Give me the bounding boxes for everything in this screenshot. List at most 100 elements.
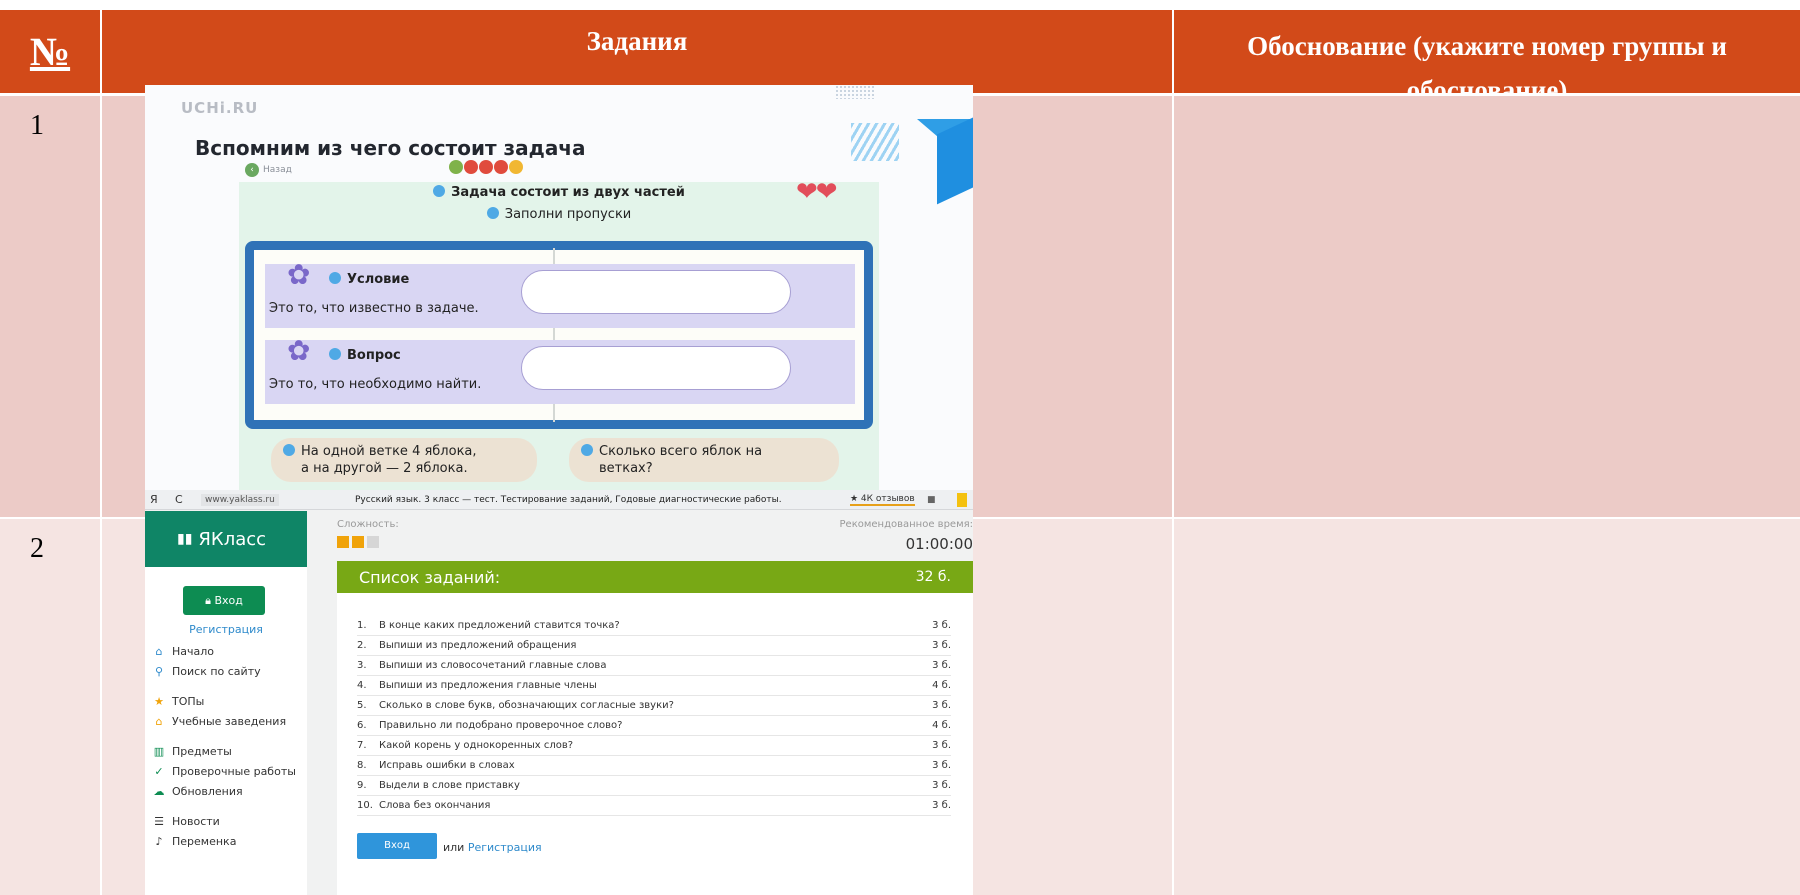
sidebar-item-subjects[interactable]: ▥ Предметы [152, 745, 232, 758]
part-desc: Это то, что необходимо найти. [269, 377, 482, 392]
back-arrow-icon: ‹ [245, 163, 259, 177]
task-list-item[interactable]: 7. Какой корень у однокоренных слов? 3 б. [357, 736, 951, 756]
yaklass-screenshot: Я C www.yaklass.ru Русский язык. 3 класс… [145, 490, 973, 895]
task-title: Сколько в слове букв, обозначающих согла… [379, 700, 674, 711]
task-list-item[interactable]: 9. Выдели в слове приставку 3 б. [357, 776, 951, 796]
speaker-icon[interactable] [283, 444, 295, 456]
or-register: или Регистрация [443, 841, 542, 854]
part-question: ✿ Вопрос Это то, что необходимо найти. [265, 334, 855, 404]
row-1-justification-cell[interactable] [1174, 96, 1800, 517]
login-button[interactable]: 🔒︎ Вход [183, 586, 265, 615]
book-icon: ▮▮ [177, 531, 193, 547]
reload-icon[interactable]: C [175, 493, 183, 506]
task-points: 3 б. [932, 760, 951, 771]
url-field[interactable]: www.yaklass.ru [201, 493, 279, 506]
register-link[interactable]: Регистрация [145, 623, 307, 636]
total-points: 32 б. [915, 569, 951, 585]
back-button[interactable]: ‹ Назад [245, 163, 292, 177]
part-name: Условие [329, 272, 409, 287]
task-number: 4. [357, 680, 367, 691]
task-list-item[interactable]: 3. Выпиши из словосочетаний главные слова… [357, 656, 951, 676]
time-value: 01:00:00 [905, 535, 973, 553]
task-list-item[interactable]: 6. Правильно ли подобрано проверочное сло… [357, 716, 951, 736]
task-list-item[interactable]: 4. Выпиши из предложения главные члены 4 б… [357, 676, 951, 696]
task-title: Выпиши из предложений обращения [379, 640, 577, 651]
sidebar-item-schools[interactable]: ⌂ Учебные заведения [152, 715, 287, 728]
speaker-icon[interactable] [581, 444, 593, 456]
stripes-decoration [851, 123, 899, 161]
task-number: 6. [357, 720, 367, 731]
task-points: 3 б. [932, 700, 951, 711]
task-title: Слова без окончания [379, 800, 491, 811]
back-label: Назад [263, 165, 292, 175]
speaker-icon[interactable] [486, 207, 499, 219]
task-title: Исправь ошибки в словах [379, 760, 515, 771]
speaker-icon[interactable] [329, 272, 341, 284]
card-line: На одной ветке 4 яблока, [283, 443, 527, 460]
bell-icon: ♪ [155, 835, 163, 848]
task-title: Выпиши из словосочетаний главные слова [379, 660, 607, 671]
task-list-item[interactable]: 2. Выпиши из предложений обращения 3 б. [357, 636, 951, 656]
header-num: № [0, 10, 100, 93]
sidebar-item-news[interactable]: ☰ Новости [152, 815, 220, 828]
sidebar-item-updates[interactable]: ☁ Обновления [152, 785, 243, 798]
task-list-item[interactable]: 5. Сколько в слове букв, обозначающих сог… [357, 696, 951, 716]
browser-bar: Я C www.yaklass.ru Русский язык. 3 класс… [145, 490, 973, 510]
task-list-item[interactable]: 1. В конце каких предложений ставится точ… [357, 616, 951, 636]
card-line: ветках? [599, 461, 653, 476]
difficulty-square [337, 536, 349, 548]
row-number: 1 [30, 110, 44, 141]
search-icon: ⚲ [154, 665, 164, 678]
task-number: 9. [357, 780, 367, 791]
sidebar-item-home[interactable]: ⌂ Начало [152, 645, 215, 658]
login-button-bottom[interactable]: Вход [357, 833, 437, 859]
speaker-icon[interactable] [329, 348, 341, 360]
cloud-icon: ☁ [153, 785, 165, 798]
home-icon: ⌂ [155, 645, 163, 658]
draggable-card-condition[interactable]: На одной ветке 4 яблока, а на другой — 2… [271, 438, 537, 482]
browser-yandex-button[interactable]: Я [150, 493, 158, 506]
register-link-bottom[interactable]: Регистрация [468, 841, 542, 854]
task-list-item[interactable]: 8. Исправь ошибки в словах 3 б. [357, 756, 951, 776]
row-2-justification-cell[interactable] [1174, 519, 1800, 895]
task-number: 3. [357, 660, 367, 671]
yaklass-logo[interactable]: ▮▮ ЯКласс [145, 511, 307, 567]
task-list-item[interactable]: 10. Слова без окончания 3 б. [357, 796, 951, 816]
uchi-screenshot: UCHi.RU Вспомним из чего состоит задача … [145, 85, 973, 490]
task-points: 3 б. [932, 660, 951, 671]
task-title: Какой корень у однокоренных слов? [379, 740, 574, 751]
time-label: Рекомендованное время: [839, 519, 973, 530]
books-icon: ▥ [153, 745, 165, 758]
book-panel: ✿ Условие Это то, что известно в задаче.… [245, 241, 873, 429]
orange-icon [509, 160, 523, 174]
page-title: Русский язык. 3 класс — тест. Тестирован… [355, 494, 782, 505]
task-title: В конце каких предложений ставится точка… [379, 620, 620, 631]
answer-drop-field[interactable] [521, 346, 791, 390]
answer-drop-field[interactable] [521, 270, 791, 314]
apple-icon [494, 160, 508, 174]
task-heading-text: Задача состоит из двух частей [451, 185, 685, 200]
task-title: Выдели в слове приставку [379, 780, 520, 791]
part-name: Вопрос [329, 348, 401, 363]
pear-icon [449, 160, 463, 174]
header-justification: Обоснование (укажите номер группы и обос… [1174, 10, 1800, 105]
speaker-icon[interactable] [433, 185, 446, 197]
reviews-badge[interactable]: ★ 4К отзывов [850, 494, 915, 506]
bookmark-icon[interactable]: ■ [927, 495, 936, 505]
sidebar-item-tops[interactable]: ★ ТОПы [152, 695, 204, 708]
sidebar-item-search[interactable]: ⚲ Поиск по сайту [152, 665, 261, 678]
star-icon: ★ [154, 695, 164, 708]
header-tasks: Задания [102, 10, 1172, 93]
sidebar-item-break[interactable]: ♪ Переменка [152, 835, 236, 848]
sidebar: ▮▮ ЯКласс 🔒︎ Вход Регистрация ⌂ Начало ⚲ По… [145, 511, 307, 895]
part-desc: Это то, что известно в задаче. [269, 301, 479, 316]
task-list: 1. В конце каких предложений ставится точ… [357, 616, 951, 816]
draggable-card-question[interactable]: Сколько всего яблок на ветках? [569, 438, 839, 482]
task-points: 3 б. [932, 780, 951, 791]
task-number: 2. [357, 640, 367, 651]
task-points: 4 б. [932, 720, 951, 731]
sidebar-item-tests[interactable]: ✓ Проверочные работы [152, 765, 296, 778]
task-list-header: Список заданий: 32 б. [337, 561, 973, 593]
apple-icon [464, 160, 478, 174]
extension-icon[interactable] [957, 492, 967, 507]
